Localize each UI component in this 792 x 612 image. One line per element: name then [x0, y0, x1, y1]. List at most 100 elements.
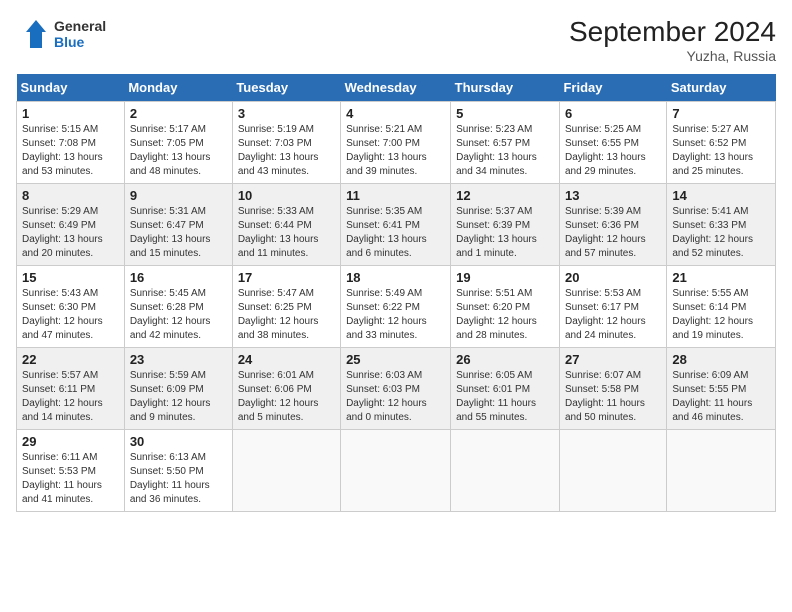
day-number: 6: [565, 106, 661, 121]
day-number: 2: [130, 106, 227, 121]
calendar-day-17: 17Sunrise: 5:47 AM Sunset: 6:25 PM Dayli…: [232, 266, 340, 348]
day-info: Sunrise: 6:11 AM Sunset: 5:53 PM Dayligh…: [22, 451, 119, 507]
day-info: Sunrise: 5:45 AM Sunset: 6:28 PM Dayligh…: [130, 287, 227, 343]
day-number: 4: [346, 106, 445, 121]
calendar-day-23: 23Sunrise: 5:59 AM Sunset: 6:09 PM Dayli…: [124, 348, 232, 430]
calendar-day-15: 15Sunrise: 5:43 AM Sunset: 6:30 PM Dayli…: [17, 266, 125, 348]
day-number: 16: [130, 270, 227, 285]
day-number: 18: [346, 270, 445, 285]
page-header: GeneralBlue September 2024 Yuzha, Russia: [16, 16, 776, 64]
day-info: Sunrise: 5:57 AM Sunset: 6:11 PM Dayligh…: [22, 369, 119, 425]
calendar-day-10: 10 Sunrise: 5:33 AM Sunset: 6:44 PM Dayli…: [232, 184, 340, 266]
day-info: Sunrise: 5:51 AM Sunset: 6:20 PM Dayligh…: [456, 287, 554, 343]
calendar-day-12: 12Sunrise: 5:37 AM Sunset: 6:39 PM Dayli…: [451, 184, 560, 266]
logo-blue-text: Blue: [54, 34, 106, 50]
day-info: Sunrise: 5:43 AM Sunset: 6:30 PM Dayligh…: [22, 287, 119, 343]
calendar-day-1: 1 Sunrise: 5:15 AM Sunset: 7:08 PM Daylig…: [17, 102, 125, 184]
day-info: Sunrise: 5:55 AM Sunset: 6:14 PM Dayligh…: [672, 287, 770, 343]
day-number: 22: [22, 352, 119, 367]
calendar-day-27: 27 Sunrise: 6:07 AM Sunset: 5:58 PM Dayli…: [559, 348, 666, 430]
calendar-day-7: 7 Sunrise: 5:27 AM Sunset: 6:52 PM Daylig…: [667, 102, 776, 184]
day-info: Sunrise: 6:07 AM Sunset: 5:58 PM Dayligh…: [565, 369, 661, 425]
day-info: Sunrise: 6:05 AM Sunset: 6:01 PM Dayligh…: [456, 369, 554, 425]
day-info: Sunrise: 6:03 AM Sunset: 6:03 PM Dayligh…: [346, 369, 445, 425]
calendar-empty-cell: [451, 430, 560, 512]
calendar-day-20: 20 Sunrise: 5:53 AM Sunset: 6:17 PM Dayli…: [559, 266, 666, 348]
day-number: 14: [672, 188, 770, 203]
column-header-friday: Friday: [559, 74, 666, 102]
calendar-day-29: 29Sunrise: 6:11 AM Sunset: 5:53 PM Dayli…: [17, 430, 125, 512]
calendar-day-5: 5 Sunrise: 5:23 AM Sunset: 6:57 PM Daylig…: [451, 102, 560, 184]
column-header-thursday: Thursday: [451, 74, 560, 102]
calendar-day-2: 2 Sunrise: 5:17 AM Sunset: 7:05 PM Daylig…: [124, 102, 232, 184]
calendar-day-19: 19 Sunrise: 5:51 AM Sunset: 6:20 PM Dayli…: [451, 266, 560, 348]
day-number: 1: [22, 106, 119, 121]
column-header-sunday: Sunday: [17, 74, 125, 102]
day-number: 17: [238, 270, 335, 285]
calendar-day-30: 30Sunrise: 6:13 AM Sunset: 5:50 PM Dayli…: [124, 430, 232, 512]
calendar-day-4: 4 Sunrise: 5:21 AM Sunset: 7:00 PM Daylig…: [341, 102, 451, 184]
column-header-tuesday: Tuesday: [232, 74, 340, 102]
calendar-empty-cell: [341, 430, 451, 512]
calendar-empty-cell: [232, 430, 340, 512]
calendar-day-28: 28Sunrise: 6:09 AM Sunset: 5:55 PM Dayli…: [667, 348, 776, 430]
calendar-day-22: 22 Sunrise: 5:57 AM Sunset: 6:11 PM Dayli…: [17, 348, 125, 430]
month-title: September 2024: [569, 16, 776, 48]
day-info: Sunrise: 5:25 AM Sunset: 6:55 PM Dayligh…: [565, 123, 661, 179]
day-number: 23: [130, 352, 227, 367]
day-number: 10: [238, 188, 335, 203]
calendar-week-row: 29Sunrise: 6:11 AM Sunset: 5:53 PM Dayli…: [17, 430, 776, 512]
day-number: 11: [346, 188, 445, 203]
day-number: 21: [672, 270, 770, 285]
column-header-wednesday: Wednesday: [341, 74, 451, 102]
day-info: Sunrise: 5:17 AM Sunset: 7:05 PM Dayligh…: [130, 123, 227, 179]
calendar-week-row: 22 Sunrise: 5:57 AM Sunset: 6:11 PM Dayli…: [17, 348, 776, 430]
calendar-day-21: 21 Sunrise: 5:55 AM Sunset: 6:14 PM Dayli…: [667, 266, 776, 348]
day-number: 7: [672, 106, 770, 121]
day-info: Sunrise: 5:39 AM Sunset: 6:36 PM Dayligh…: [565, 205, 661, 261]
title-block: September 2024 Yuzha, Russia: [569, 16, 776, 64]
day-info: Sunrise: 5:41 AM Sunset: 6:33 PM Dayligh…: [672, 205, 770, 261]
calendar-day-3: 3 Sunrise: 5:19 AM Sunset: 7:03 PM Daylig…: [232, 102, 340, 184]
day-number: 3: [238, 106, 335, 121]
day-number: 30: [130, 434, 227, 449]
day-number: 24: [238, 352, 335, 367]
day-info: Sunrise: 5:15 AM Sunset: 7:08 PM Dayligh…: [22, 123, 119, 179]
day-number: 5: [456, 106, 554, 121]
day-number: 19: [456, 270, 554, 285]
calendar-empty-cell: [559, 430, 666, 512]
day-number: 27: [565, 352, 661, 367]
column-header-monday: Monday: [124, 74, 232, 102]
logo-general-text: General: [54, 18, 106, 34]
calendar-day-14: 14 Sunrise: 5:41 AM Sunset: 6:33 PM Dayli…: [667, 184, 776, 266]
day-number: 20: [565, 270, 661, 285]
day-number: 26: [456, 352, 554, 367]
calendar-day-24: 24Sunrise: 6:01 AM Sunset: 6:06 PM Dayli…: [232, 348, 340, 430]
day-info: Sunrise: 5:33 AM Sunset: 6:44 PM Dayligh…: [238, 205, 335, 261]
day-info: Sunrise: 5:23 AM Sunset: 6:57 PM Dayligh…: [456, 123, 554, 179]
day-info: Sunrise: 5:21 AM Sunset: 7:00 PM Dayligh…: [346, 123, 445, 179]
calendar-day-25: 25Sunrise: 6:03 AM Sunset: 6:03 PM Dayli…: [341, 348, 451, 430]
logo: GeneralBlue: [16, 16, 106, 52]
location-text: Yuzha, Russia: [569, 48, 776, 64]
day-info: Sunrise: 5:35 AM Sunset: 6:41 PM Dayligh…: [346, 205, 445, 261]
calendar-day-6: 6 Sunrise: 5:25 AM Sunset: 6:55 PM Daylig…: [559, 102, 666, 184]
day-info: Sunrise: 5:19 AM Sunset: 7:03 PM Dayligh…: [238, 123, 335, 179]
day-info: Sunrise: 5:53 AM Sunset: 6:17 PM Dayligh…: [565, 287, 661, 343]
calendar-week-row: 8Sunrise: 5:29 AM Sunset: 6:49 PM Daylig…: [17, 184, 776, 266]
day-info: Sunrise: 5:37 AM Sunset: 6:39 PM Dayligh…: [456, 205, 554, 261]
column-header-saturday: Saturday: [667, 74, 776, 102]
calendar-header-row: SundayMondayTuesdayWednesdayThursdayFrid…: [17, 74, 776, 102]
calendar-empty-cell: [667, 430, 776, 512]
calendar-table: SundayMondayTuesdayWednesdayThursdayFrid…: [16, 74, 776, 512]
day-info: Sunrise: 5:31 AM Sunset: 6:47 PM Dayligh…: [130, 205, 227, 261]
calendar-day-16: 16 Sunrise: 5:45 AM Sunset: 6:28 PM Dayli…: [124, 266, 232, 348]
calendar-day-11: 11 Sunrise: 5:35 AM Sunset: 6:41 PM Dayli…: [341, 184, 451, 266]
calendar-week-row: 15Sunrise: 5:43 AM Sunset: 6:30 PM Dayli…: [17, 266, 776, 348]
calendar-day-26: 26 Sunrise: 6:05 AM Sunset: 6:01 PM Dayli…: [451, 348, 560, 430]
day-number: 28: [672, 352, 770, 367]
day-info: Sunrise: 5:49 AM Sunset: 6:22 PM Dayligh…: [346, 287, 445, 343]
calendar-day-13: 13Sunrise: 5:39 AM Sunset: 6:36 PM Dayli…: [559, 184, 666, 266]
calendar-week-row: 1 Sunrise: 5:15 AM Sunset: 7:08 PM Daylig…: [17, 102, 776, 184]
day-info: Sunrise: 5:27 AM Sunset: 6:52 PM Dayligh…: [672, 123, 770, 179]
